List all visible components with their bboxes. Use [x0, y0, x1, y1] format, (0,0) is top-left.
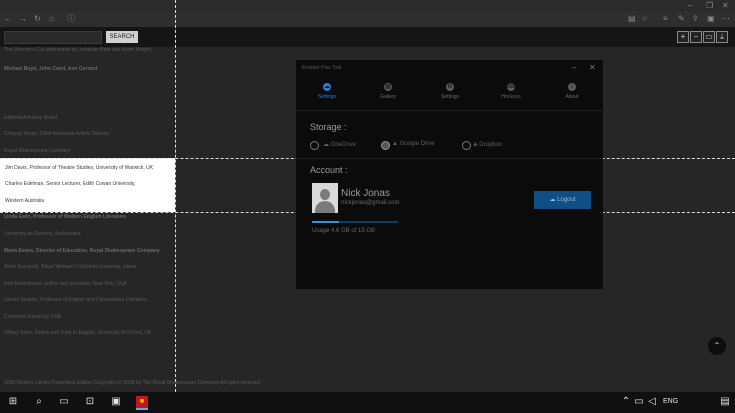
more-icon[interactable]: ⋯ — [722, 14, 730, 24]
windows-start-icon[interactable]: ⊞ — [7, 396, 19, 408]
app-icon[interactable]: ■ — [136, 396, 148, 410]
page-line: James Shapiro, Professor of English and … — [4, 297, 149, 303]
keyboard-icon: ⌨ — [507, 83, 516, 91]
dialog-minimize-button[interactable]: – — [572, 63, 576, 72]
close-window-button[interactable]: ✕ — [722, 1, 729, 11]
divider — [296, 110, 603, 111]
page-line: 2008 Modern Library Paperback Edition Co… — [4, 380, 261, 386]
avatar-head — [320, 189, 330, 200]
usage-progress-bar — [312, 221, 398, 223]
onedrive-radio[interactable] — [310, 141, 319, 150]
google-drive-label: Google Drive — [399, 141, 435, 147]
zoom-out-button[interactable]: − — [690, 31, 702, 43]
home-icon[interactable]: ⌂ — [49, 14, 54, 24]
highlighted-line: Jim Davis, Professor of Theatre Studies,… — [5, 165, 154, 171]
dropbox-option-label[interactable]: ◈ Dropbox — [473, 141, 502, 148]
search-field[interactable] — [4, 31, 102, 44]
search-icon[interactable]: ⌕ — [33, 396, 45, 408]
store-icon[interactable]: ▣ — [110, 396, 122, 408]
settings-dialog: Ereader Plus Tool – ✕ ☁ Settings ▦ Galle… — [296, 60, 603, 289]
action-icon[interactable]: ⊡ — [84, 396, 96, 408]
page-line: The Director's Cut (delineated by Jonath… — [4, 47, 152, 53]
page-line: Columbia University, USA — [4, 314, 62, 320]
avatar — [312, 183, 338, 213]
share-icon[interactable]: ⇪ — [692, 14, 699, 24]
gear-icon: ⚙ — [446, 83, 454, 91]
highlighted-line: Western Australia — [5, 198, 45, 204]
dialog-close-button[interactable]: ✕ — [589, 63, 596, 72]
download-button[interactable]: ⤓ — [716, 31, 728, 43]
zoom-in-button[interactable]: + — [677, 31, 689, 43]
reading-view-icon[interactable]: ▤ — [628, 14, 636, 24]
account-heading: Account : — [310, 165, 348, 175]
forward-icon[interactable]: → — [19, 14, 27, 24]
google-drive-radio[interactable] — [381, 141, 390, 150]
page-line: Linda Ewin, Professor of Modern English … — [4, 214, 126, 220]
refresh-icon[interactable]: ↻ — [34, 14, 41, 24]
notes-icon[interactable]: ✎ — [678, 14, 685, 24]
tab-label: Settings — [440, 94, 460, 100]
search-button[interactable]: SEARCH — [106, 31, 138, 43]
divider — [296, 158, 603, 159]
notification-icon[interactable]: ▤ — [719, 396, 731, 408]
cloud-icon: ☁ — [323, 83, 331, 91]
usage-progress-fill — [312, 221, 339, 223]
page-line: Gregory Doran, Chief Associate Artistic … — [4, 131, 110, 137]
task-view-icon[interactable]: ▭ — [58, 396, 70, 408]
tab-label: Gallery — [380, 94, 396, 100]
scroll-to-top-button[interactable]: ⌃ — [708, 337, 726, 355]
tab-label: Hot keys — [501, 94, 521, 100]
fit-page-button[interactable]: ▭ — [703, 31, 715, 43]
onedrive-label: OneDrive — [330, 142, 357, 148]
page-line: Ron Rosenbaum, author and journalist, Ne… — [4, 281, 127, 287]
dropbox-label: Dropbox — [479, 142, 502, 148]
logout-button[interactable]: ☁ Logout — [534, 191, 591, 209]
page-line: Akiko Kusunoki, Tokyo Woman's Christian … — [4, 264, 137, 270]
page-line: Michael Boyd, John Caird, Ann Gerrard — [4, 66, 98, 72]
google-drive-option-label[interactable]: ▲ Google Drive — [392, 141, 435, 147]
account-email: nickjonas@gmail.com — [341, 200, 400, 206]
tab-about[interactable]: i About — [542, 78, 602, 108]
logout-label: Logout — [557, 197, 576, 203]
chevron-up-icon[interactable]: ⌃ — [620, 396, 632, 408]
page-line: Maria Evans, Director of Education, Roya… — [4, 248, 160, 254]
avatar-shoulders — [315, 201, 335, 213]
info-icon: i — [568, 83, 576, 91]
extension-icon[interactable]: ▣ — [707, 14, 715, 24]
tab-label: About — [565, 94, 579, 100]
hub-icon[interactable]: ≡ — [663, 14, 668, 24]
tab-label: Settings — [317, 94, 337, 100]
page-line: Tiffany Stern, Fellow and Tutor in Engli… — [4, 330, 152, 336]
favorite-star-icon[interactable]: ☆ — [641, 14, 648, 24]
page-line: University de Geneva, Switzerland — [4, 231, 81, 237]
dialog-nav: ☁ Settings ▦ Gallery ⚙ Settings ⌨ Hot ke… — [296, 78, 603, 108]
maximize-button[interactable]: ❐ — [706, 1, 713, 11]
dropbox-radio[interactable] — [462, 141, 471, 150]
chevron-up-icon: ⌃ — [713, 341, 721, 350]
tab-settings[interactable]: ☁ Settings — [297, 78, 357, 108]
back-icon[interactable]: ← — [4, 14, 12, 24]
title-bar: – ❐ ✕ — [0, 0, 735, 12]
highlighted-line: Charles Edelman, Senior Lecturer, Edith … — [5, 181, 136, 187]
network-icon[interactable]: ▭ — [633, 396, 645, 408]
address-bar: ← → ↻ ⌂ ⓘ ▤ ☆ ≡ ✎ ⇪ ▣ ⋯ — [0, 12, 735, 27]
volume-icon[interactable]: ◁ — [646, 396, 658, 408]
taskbar: ⊞ ⌕ ▭ ⊡ ▣ ■ ⌃ ▭ ◁ ENG ▤ — [0, 392, 735, 413]
dialog-title: Ereader Plus Tool — [302, 65, 342, 71]
info-icon[interactable]: ⓘ — [67, 14, 75, 24]
tab-preferences[interactable]: ⚙ Settings — [420, 78, 480, 108]
account-name: Nick Jonas — [341, 188, 390, 199]
minimize-button[interactable]: – — [688, 1, 692, 11]
usage-text: Usage 4.6 GB of 15 GB — [312, 228, 376, 234]
page-line: Royal Shakespeare Company — [4, 148, 71, 154]
tab-hotkeys[interactable]: ⌨ Hot keys — [481, 78, 541, 108]
onedrive-option-label[interactable]: ☁ OneDrive — [323, 141, 356, 148]
tab-gallery[interactable]: ▦ Gallery — [358, 78, 418, 108]
language-indicator[interactable]: ENG — [663, 398, 678, 405]
storage-heading: Storage : — [310, 122, 347, 132]
gallery-icon: ▦ — [384, 83, 392, 91]
page-line: Editorial Advisory Board — [4, 115, 58, 121]
crosshair-vertical-guide — [175, 0, 176, 392]
